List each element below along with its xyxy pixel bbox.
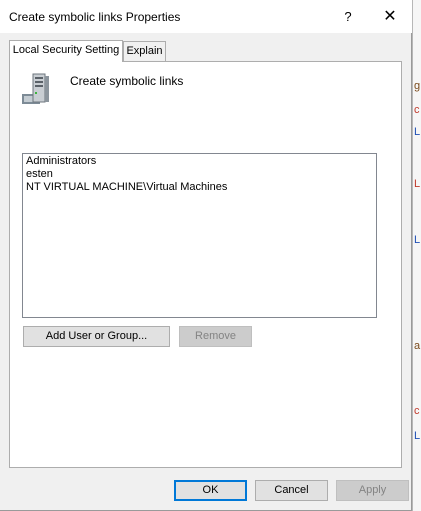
background-glyph: L — [414, 430, 421, 442]
properties-dialog: Create symbolic links Properties ? ✕ Loc… — [0, 0, 412, 511]
tab-explain[interactable]: Explain — [123, 41, 166, 61]
tab-local-security-setting[interactable]: Local Security Setting — [9, 40, 123, 62]
policy-name: Create symbolic links — [70, 74, 184, 88]
add-user-or-group-button[interactable]: Add User or Group... — [23, 326, 170, 347]
close-button[interactable]: ✕ — [372, 3, 408, 31]
list-item[interactable]: NT VIRTUAL MACHINE\Virtual Machines — [26, 181, 373, 194]
apply-button[interactable]: Apply — [336, 480, 409, 501]
principals-list[interactable]: Administrators esten NT VIRTUAL MACHINE\… — [22, 153, 377, 318]
background-glyph: g — [414, 80, 421, 92]
window-title: Create symbolic links Properties — [9, 10, 181, 24]
background-glyph: L — [414, 234, 421, 246]
background-glyph: L — [414, 178, 421, 190]
help-button[interactable]: ? — [333, 3, 363, 31]
list-item[interactable]: Administrators — [26, 155, 373, 168]
cancel-button[interactable]: Cancel — [255, 480, 328, 501]
server-icon — [22, 73, 49, 104]
background-glyph: L — [414, 126, 421, 138]
background-glyph: c — [414, 405, 420, 417]
ok-button[interactable]: OK — [174, 480, 247, 501]
remove-button[interactable]: Remove — [179, 326, 252, 347]
background-glyph: c — [414, 104, 420, 116]
background-glyph: a — [414, 340, 421, 352]
title-bar: Create symbolic links Properties ? ✕ — [0, 0, 412, 33]
list-item[interactable]: esten — [26, 168, 373, 181]
